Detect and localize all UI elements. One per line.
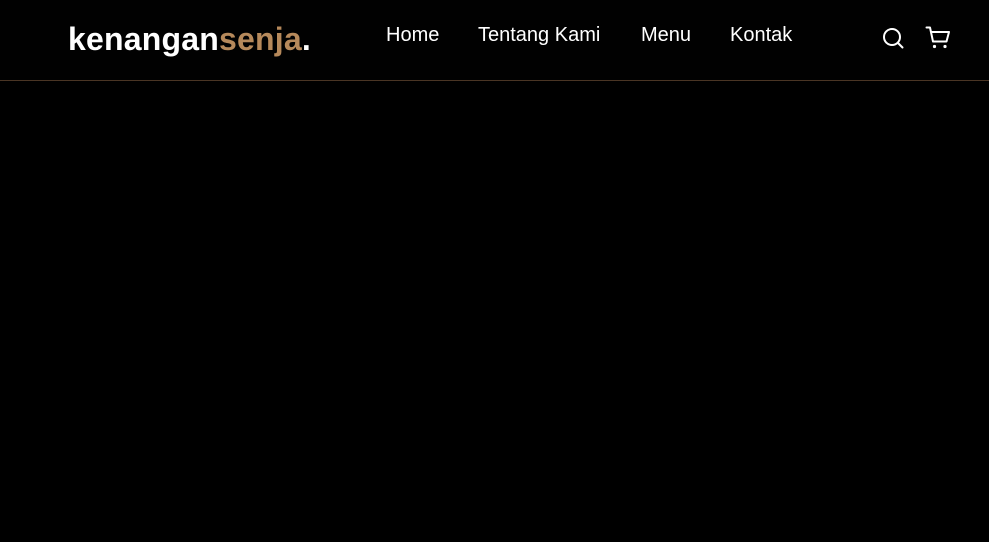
hero-section [0,81,989,542]
navbar: kenangansenja. Home Tentang Kami Menu Ko… [0,0,989,81]
nav-link-kontak[interactable]: Kontak [730,22,792,48]
search-icon [883,28,904,49]
cart-button[interactable] [925,25,951,51]
brand-name-dot: . [301,21,311,57]
brand-name-part1: kenangan [68,21,219,57]
brand-logo[interactable]: kenangansenja. [68,20,311,58]
nav-link-home[interactable]: Home [386,22,439,48]
brand-name-part2: senja [218,21,302,57]
search-button[interactable] [880,25,906,51]
shopping-cart-icon [925,26,950,49]
nav-link-tentang-kami[interactable]: Tentang Kami [478,22,600,48]
nav-link-menu[interactable]: Menu [641,22,691,48]
